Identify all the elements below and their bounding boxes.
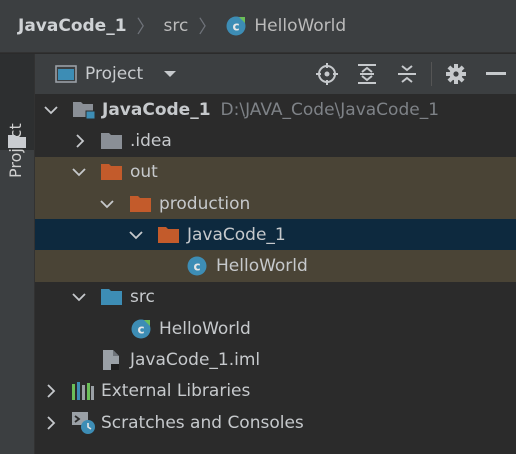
breadcrumb-folder[interactable]: src [164,16,189,36]
settings-button[interactable] [436,54,476,94]
module-folder-icon [73,100,97,120]
breadcrumb-separator: 〉 [198,17,217,38]
tree-node-root[interactable]: JavaCode_1 D:\JAVA_Code\JavaCode_1 [35,94,516,125]
libraries-icon [71,381,95,401]
java-class-icon: c [226,16,246,36]
excluded-folder-icon [101,163,123,181]
collapse-all-icon [398,65,416,83]
chevron-down-icon[interactable] [129,228,143,242]
tree-node-label: JavaCode_1 D:\JAVA_Code\JavaCode_1 [102,99,440,120]
chevron-right-icon[interactable] [44,415,58,430]
tree-node-prod-module[interactable]: JavaCode_1 [35,219,516,251]
tree-node-iml[interactable]: JavaCode_1.iml [35,344,516,375]
breadcrumb-project[interactable]: JavaCode_1 [18,16,127,36]
svg-text:c: c [137,322,144,336]
svg-text:c: c [193,260,200,274]
scratches-icon [71,411,97,435]
chevron-down-icon[interactable] [44,103,58,117]
tree-node-idea[interactable]: .idea [35,125,516,156]
expand-all-icon [358,64,376,84]
project-tab-label: Project [6,123,25,178]
tree-node-label: HelloWorld [216,256,308,277]
tree-node-out[interactable]: out [35,156,516,188]
chevron-right-icon[interactable] [44,384,58,398]
java-class-icon: c [130,318,152,340]
project-tool-tab[interactable]: Project [0,54,34,178]
collapse-all-button[interactable] [387,54,427,94]
view-selector[interactable]: Project [55,64,177,84]
tree-node-label: HelloWorld [159,318,251,339]
tree-node-label: out [130,162,158,183]
java-class-icon: c [186,255,208,277]
svg-text:c: c [233,20,240,34]
tree-node-out-class[interactable]: c HelloWorld [35,250,516,282]
project-tree: JavaCode_1 D:\JAVA_Code\JavaCode_1 .idea … [35,94,516,438]
excluded-folder-icon [158,226,180,244]
breadcrumb-separator: 〉 [136,17,155,38]
navigation-breadcrumb: JavaCode_1 〉 src 〉 c HelloWorld [0,0,516,53]
tree-node-label: Scratches and Consoles [101,412,304,433]
tree-node-production[interactable]: production [35,187,516,220]
expand-all-button[interactable] [347,54,387,94]
tree-node-label: JavaCode_1 [187,224,286,245]
tool-window-stripe: Project [0,54,35,454]
excluded-folder-icon [130,195,152,213]
chevron-down-icon[interactable] [100,197,114,211]
view-selector-label: Project [85,64,144,84]
tree-node-external-libraries[interactable]: External Libraries [35,376,516,407]
locate-icon [316,63,338,85]
tree-node-src-class[interactable]: c HelloWorld [35,313,516,344]
source-folder-icon [101,288,123,306]
chevron-down-icon[interactable] [72,165,86,179]
root-path: D:\JAVA_Code\JavaCode_1 [220,99,440,120]
panel-toolbar [307,54,516,94]
window-icon [55,65,77,83]
gear-icon [446,64,466,84]
dropdown-arrow-icon [164,71,177,77]
chevron-right-icon[interactable] [73,134,87,148]
tree-node-label: .idea [130,130,172,151]
minimize-icon [486,72,506,75]
chevron-down-icon[interactable] [72,290,86,304]
tree-node-src[interactable]: src [35,282,516,313]
project-panel-header: Project [35,54,516,94]
tree-node-label: External Libraries [101,381,251,402]
tree-node-label: production [159,193,251,214]
breadcrumb-file-label: HelloWorld [254,16,347,36]
breadcrumb-file[interactable]: c HelloWorld [225,15,346,37]
hide-panel-button[interactable] [476,54,516,94]
toolbar-divider [431,62,432,86]
tree-node-label: JavaCode_1.iml [130,350,261,371]
folder-icon [8,135,26,148]
module-file-icon [102,349,120,371]
tree-node-label: src [130,287,155,308]
folder-icon [101,132,123,150]
locate-button[interactable] [307,54,347,94]
tree-node-scratches[interactable]: Scratches and Consoles [35,407,516,438]
